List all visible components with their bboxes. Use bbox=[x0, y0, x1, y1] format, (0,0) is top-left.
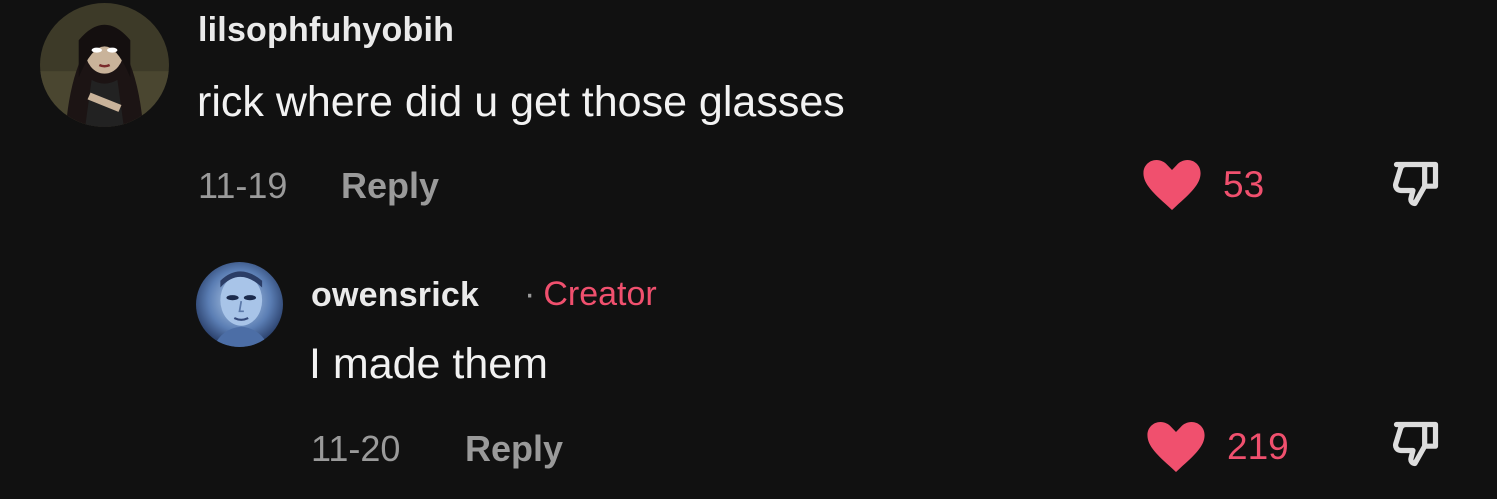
separator-dot: · bbox=[524, 275, 536, 313]
comment-item: lilsophfuhyobih rick where did u get tho… bbox=[0, 0, 1497, 240]
thumbs-down-icon bbox=[1390, 418, 1442, 470]
avatar[interactable] bbox=[40, 3, 169, 127]
comment-date: 11-19 bbox=[198, 165, 288, 206]
comment-reply-item: owensrick · Creator I made them 11-20 Rep… bbox=[0, 240, 1497, 499]
heart-icon bbox=[1143, 160, 1201, 210]
comment-text: rick where did u get those glasses bbox=[197, 78, 845, 126]
comment-username[interactable]: owensrick bbox=[311, 276, 479, 315]
creator-badge: Creator bbox=[543, 275, 657, 313]
reply-button[interactable]: Reply bbox=[465, 428, 563, 470]
like-count: 219 bbox=[1227, 426, 1289, 467]
like-button[interactable]: 53 bbox=[1143, 160, 1264, 210]
creator-badge-group: · Creator bbox=[516, 275, 657, 314]
comment-username[interactable]: lilsophfuhyobih bbox=[198, 11, 454, 50]
avatar[interactable] bbox=[196, 262, 283, 347]
comment-date: 11-20 bbox=[311, 428, 401, 469]
reply-button[interactable]: Reply bbox=[341, 165, 439, 207]
thumbs-down-icon bbox=[1390, 158, 1442, 210]
like-count: 53 bbox=[1223, 164, 1265, 205]
dislike-button[interactable] bbox=[1390, 418, 1442, 470]
like-button[interactable]: 219 bbox=[1147, 422, 1289, 472]
dislike-button[interactable] bbox=[1390, 158, 1442, 210]
comment-text: I made them bbox=[309, 340, 548, 388]
heart-icon bbox=[1147, 422, 1205, 472]
